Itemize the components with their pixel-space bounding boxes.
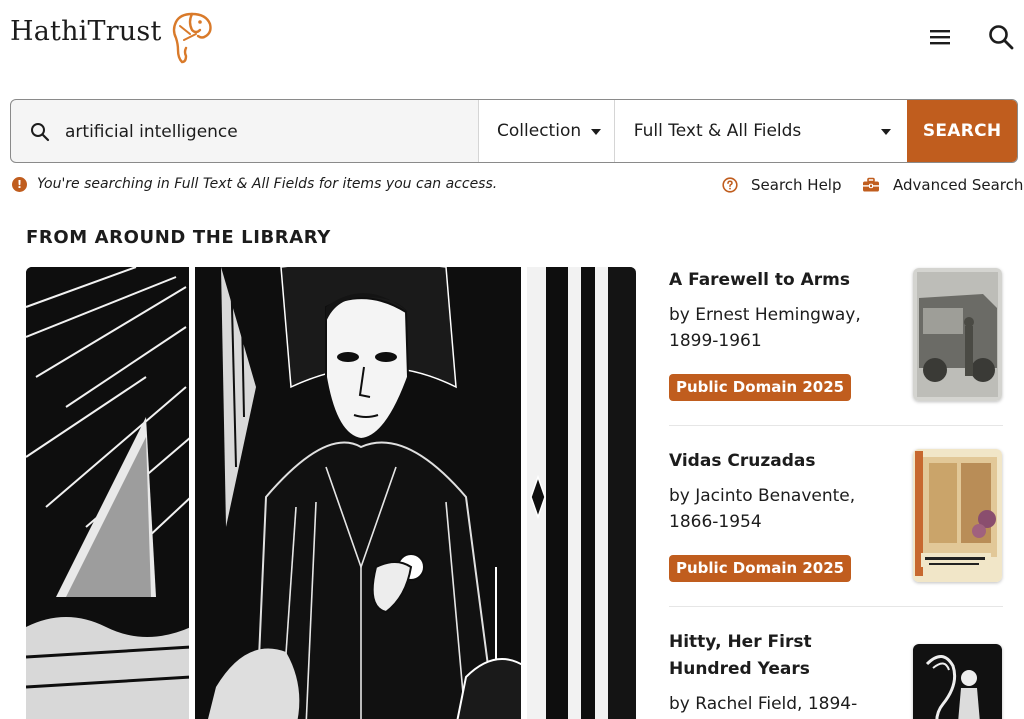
- advanced-search-link[interactable]: Advanced Search: [862, 176, 1023, 194]
- search-fields-label: Full Text & All Fields: [633, 121, 802, 141]
- menu-button[interactable]: [926, 24, 954, 50]
- search-icon: [31, 123, 50, 142]
- search-submit-button[interactable]: SEARCH: [907, 100, 1017, 162]
- collection-select-label: Collection: [497, 121, 582, 141]
- book-cover-thumbnail[interactable]: [913, 268, 1002, 401]
- logo-text: HathiTrust: [10, 16, 162, 47]
- featured-image[interactable]: [26, 267, 636, 719]
- woodcut-illustration: [26, 267, 636, 719]
- advanced-search-label: Advanced Search: [893, 176, 1024, 194]
- chevron-down-icon: [591, 129, 602, 135]
- list-divider: [669, 425, 1003, 426]
- header-search-button[interactable]: [986, 22, 1016, 52]
- book-author: by Rachel Field, 1894-: [669, 694, 858, 714]
- book-title-link[interactable]: Hitty, Her First Hundred Years: [669, 629, 889, 683]
- book-cover-thumbnail[interactable]: [913, 449, 1002, 582]
- search-query-area: [11, 100, 478, 162]
- book-author: by Ernest Hemingway, 1899-1961: [669, 305, 861, 351]
- section-title: FROM AROUND THE LIBRARY: [26, 227, 331, 248]
- book-cover-illustration: [913, 644, 1002, 719]
- chevron-down-icon: [880, 129, 891, 135]
- search-fields-select[interactable]: Full Text & All Fields: [614, 100, 908, 162]
- elephant-logo-icon: [172, 12, 212, 64]
- book-cover-thumbnail[interactable]: [913, 644, 1002, 719]
- book-title-link[interactable]: Vidas Cruzadas: [669, 448, 889, 475]
- list-divider: [669, 606, 1003, 607]
- book-item: A Farewell to Arms by Ernest Hemingway, …: [669, 267, 1003, 401]
- book-cover-photo: [913, 268, 1002, 401]
- book-title-link[interactable]: A Farewell to Arms: [669, 267, 889, 294]
- question-circle-icon: [722, 177, 738, 193]
- search-help-label: Search Help: [751, 176, 842, 194]
- toolbox-icon: [863, 177, 879, 192]
- search-icon: [989, 25, 1014, 50]
- public-domain-badge: Public Domain 2025: [669, 374, 852, 401]
- search-scope-notice: ! You're searching in Full Text & All Fi…: [12, 176, 497, 192]
- search-bar: Collection Full Text & All Fields SEARCH: [10, 99, 1018, 163]
- public-domain-badge: Public Domain 2025: [669, 555, 852, 582]
- book-item: Vidas Cruzadas by Jacinto Benavente, 186…: [669, 448, 1003, 582]
- hathitrust-logo[interactable]: HathiTrust: [10, 12, 214, 64]
- site-header: HathiTrust: [0, 0, 1024, 80]
- info-icon: !: [12, 176, 27, 192]
- search-scope-text: You're searching in Full Text & All Fiel…: [37, 176, 498, 192]
- book-author: by Jacinto Benavente, 1866-1954: [669, 486, 856, 532]
- book-item: Hitty, Her First Hundred Years by Rachel…: [669, 629, 1003, 719]
- search-input[interactable]: [65, 114, 465, 150]
- collection-select[interactable]: Collection: [478, 100, 615, 162]
- hamburger-menu-icon: [930, 30, 950, 45]
- search-help-link[interactable]: Search Help: [722, 176, 842, 194]
- book-cover-illustration: [913, 449, 1002, 582]
